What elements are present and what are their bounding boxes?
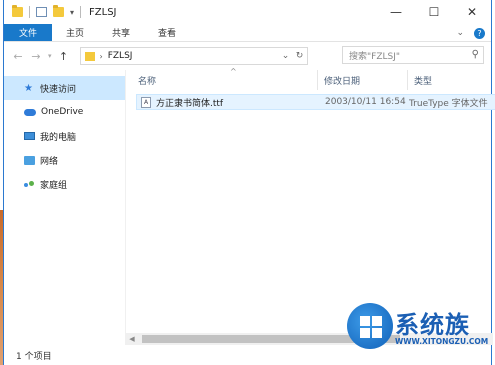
item-count: 1 个项目 bbox=[16, 351, 52, 362]
breadcrumb-chevron-icon[interactable]: › bbox=[100, 52, 103, 61]
tab-home[interactable]: 主页 bbox=[52, 24, 98, 41]
column-headers: ^ 名称 修改日期 类型 bbox=[126, 67, 493, 90]
watermark: 系统族 WWW.XITONGZU.COM bbox=[345, 301, 495, 357]
column-header-date[interactable]: 修改日期 bbox=[318, 70, 408, 90]
address-bar-buttons: ⌄ ↻ bbox=[279, 48, 307, 64]
windows-logo-icon bbox=[360, 316, 382, 338]
sidebar-item-this-pc[interactable]: 我的电脑 bbox=[4, 124, 125, 148]
window-title: FZLSJ bbox=[89, 6, 117, 18]
ribbon-right-controls: ⌄ ? bbox=[456, 24, 485, 42]
folder-icon bbox=[12, 5, 23, 17]
sidebar-item-network[interactable]: 网络 bbox=[4, 148, 125, 172]
file-type: TrueType 字体文件 bbox=[409, 98, 488, 109]
forward-button[interactable]: → bbox=[30, 50, 42, 63]
expand-ribbon-icon[interactable]: ⌄ bbox=[456, 28, 464, 38]
column-header-name[interactable]: 名称 bbox=[126, 70, 318, 90]
sidebar-item-label: 快速访问 bbox=[40, 84, 77, 95]
navigation-pane: ★ 快速访问 OneDrive 我的电脑 网络 家庭组 bbox=[4, 70, 126, 345]
sidebar-item-homegroup[interactable]: 家庭组 bbox=[4, 172, 125, 196]
scroll-left-icon[interactable]: ◀ bbox=[126, 335, 138, 343]
window-controls: — ☐ ✕ bbox=[377, 0, 491, 24]
homegroup-icon bbox=[24, 180, 35, 189]
watermark-url: WWW.XITONGZU.COM bbox=[395, 337, 489, 346]
file-date: 2003/10/11 16:54 bbox=[325, 97, 406, 107]
toolbar-divider bbox=[80, 6, 82, 18]
file-row[interactable]: A 方正隶书简体.ttf 2003/10/11 16:54 TrueType 字… bbox=[136, 94, 495, 110]
sidebar-item-label: 我的电脑 bbox=[40, 132, 77, 143]
tab-share[interactable]: 共享 bbox=[98, 24, 144, 41]
address-bar[interactable]: › FZLSJ ⌄ ↻ bbox=[79, 47, 308, 65]
new-folder-icon[interactable] bbox=[53, 5, 64, 17]
computer-icon bbox=[24, 132, 35, 140]
watermark-logo bbox=[347, 303, 393, 349]
help-icon[interactable]: ? bbox=[474, 27, 485, 39]
file-name-cell: A 方正隶书简体.ttf bbox=[137, 96, 319, 109]
search-placeholder: 搜索"FZLSJ" bbox=[349, 51, 401, 62]
sidebar-item-label: OneDrive bbox=[41, 107, 84, 117]
sidebar-item-label: 网络 bbox=[40, 156, 59, 167]
watermark-title: 系统族 bbox=[395, 311, 470, 339]
ribbon-tabs: 文件 主页 共享 查看 ⌄ ? bbox=[4, 24, 491, 42]
sidebar-item-quick-access[interactable]: ★ 快速访问 bbox=[4, 76, 125, 100]
cloud-icon bbox=[24, 108, 36, 116]
sidebar-item-onedrive[interactable]: OneDrive bbox=[4, 100, 125, 124]
quick-access-toolbar: ▾ bbox=[4, 5, 82, 18]
tab-view[interactable]: 查看 bbox=[144, 24, 190, 41]
star-icon: ★ bbox=[24, 82, 33, 94]
properties-icon[interactable] bbox=[36, 7, 47, 17]
tab-file[interactable]: 文件 bbox=[4, 24, 53, 41]
up-button[interactable]: ↑ bbox=[58, 50, 70, 63]
file-name: 方正隶书简体.ttf bbox=[156, 98, 224, 109]
refresh-icon[interactable]: ↻ bbox=[293, 51, 307, 61]
toolbar-divider bbox=[29, 6, 30, 18]
sidebar-item-label: 家庭组 bbox=[40, 180, 68, 191]
recent-locations-dropdown-icon[interactable]: ▾ bbox=[48, 52, 52, 60]
close-button[interactable]: ✕ bbox=[453, 0, 491, 24]
font-file-icon: A bbox=[141, 96, 151, 108]
column-header-type[interactable]: 类型 bbox=[408, 70, 432, 90]
address-dropdown-icon[interactable]: ⌄ bbox=[279, 51, 293, 61]
search-icon[interactable]: ⚲ bbox=[472, 49, 479, 60]
search-input[interactable]: 搜索"FZLSJ" ⚲ bbox=[342, 46, 484, 64]
maximize-button[interactable]: ☐ bbox=[415, 0, 453, 24]
title-bar: ▾ FZLSJ — ☐ ✕ bbox=[4, 0, 491, 24]
network-icon bbox=[24, 155, 35, 165]
customize-toolbar-dropdown-icon[interactable]: ▾ bbox=[70, 8, 74, 17]
back-button[interactable]: ← bbox=[12, 50, 24, 63]
minimize-button[interactable]: — bbox=[377, 0, 415, 24]
folder-icon bbox=[84, 51, 95, 61]
breadcrumb-current[interactable]: FZLSJ bbox=[108, 51, 133, 61]
